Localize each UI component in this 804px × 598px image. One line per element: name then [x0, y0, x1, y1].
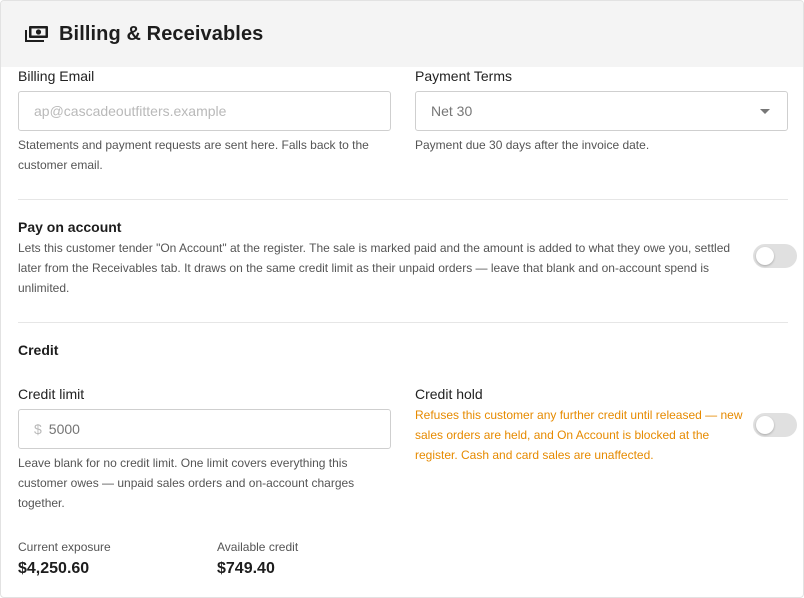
- billing-email-help: Statements and payment requests are sent…: [18, 138, 369, 172]
- credit-limit-label: Credit limit: [18, 386, 85, 402]
- payment-terms-label: Payment Terms: [415, 68, 512, 84]
- credit-section-title: Credit: [18, 342, 59, 358]
- currency-prefix: $: [34, 421, 42, 437]
- credit-limit-help: Leave blank for no credit limit. One lim…: [18, 456, 355, 510]
- credit-limit-input[interactable]: [48, 421, 349, 437]
- pay-on-account-toggle[interactable]: [753, 244, 797, 268]
- chevron-down-icon: [760, 109, 770, 114]
- credit-hold-description: Refuses this customer any further credit…: [415, 408, 743, 462]
- payment-terms-select[interactable]: Net 30: [415, 91, 788, 131]
- divider: [18, 322, 788, 323]
- credit-hold-toggle[interactable]: [753, 413, 797, 437]
- billing-receivables-card: Billing & Receivables Billing Email Stat…: [0, 0, 804, 598]
- billing-email-label: Billing Email: [18, 68, 95, 84]
- divider: [18, 199, 788, 200]
- available-credit-label: Available credit: [217, 540, 299, 554]
- current-exposure-label: Current exposure: [18, 540, 111, 554]
- pay-on-account-title: Pay on account: [18, 219, 122, 235]
- available-credit-value: $749.40: [217, 560, 275, 577]
- card-header: Billing & Receivables: [1, 1, 803, 67]
- toggle-knob: [756, 247, 774, 265]
- pay-on-account-description: Lets this customer tender "On Account" a…: [18, 241, 731, 295]
- payment-terms-help: Payment due 30 days after the invoice da…: [415, 138, 650, 152]
- credit-hold-label: Credit hold: [415, 386, 483, 402]
- payment-terms-value: Net 30: [431, 103, 473, 119]
- billing-email-input[interactable]: [18, 91, 391, 131]
- card-title: Billing & Receivables: [59, 22, 264, 45]
- credit-limit-field[interactable]: $: [18, 409, 391, 449]
- current-exposure-value: $4,250.60: [18, 560, 90, 577]
- cash-icon: [25, 25, 49, 43]
- toggle-knob: [756, 416, 774, 434]
